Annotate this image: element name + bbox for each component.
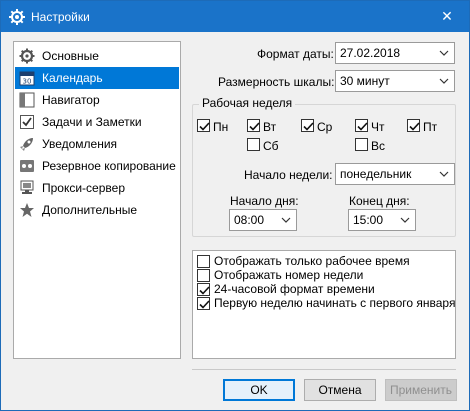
- sidebar-item-label: Основные: [42, 49, 99, 63]
- sidebar-item-calendar[interactable]: 30 Календарь: [15, 67, 179, 89]
- workweek-title: Рабочая неделя: [199, 96, 296, 110]
- date-format-label: Формат даты:: [257, 47, 334, 61]
- week-start-value: понедельник: [340, 167, 412, 181]
- apply-button[interactable]: Применить: [385, 379, 457, 401]
- sidebar-item-label: Дополнительные: [42, 203, 137, 217]
- gear-icon: [9, 8, 25, 25]
- day-start-label: Начало дня:: [230, 194, 299, 208]
- settings-window: Настройки ✕ Основные 30 Календарь Навига…: [0, 0, 470, 411]
- option-label: Отображать только рабочее время: [214, 254, 410, 268]
- chevron-down-icon: [400, 217, 410, 223]
- week-start-select[interactable]: понедельник: [335, 163, 455, 185]
- sidebar-item-label: Навигатор: [42, 93, 100, 107]
- category-list: Основные 30 Календарь Навигатор Задачи и…: [13, 41, 181, 359]
- sidebar-item-navigator[interactable]: Навигатор: [15, 89, 179, 111]
- day-label-tue: Вт: [263, 120, 277, 134]
- option-checkbox-work-hours[interactable]: [197, 254, 210, 268]
- check-icon: [199, 122, 210, 131]
- navigator-icon: [18, 91, 36, 109]
- sidebar-item-advanced[interactable]: Дополнительные: [15, 199, 179, 221]
- day-start-select[interactable]: 08:00: [229, 209, 297, 231]
- sidebar-item-label: Календарь: [42, 71, 103, 85]
- list-item[interactable]: Отображать только рабочее время: [197, 254, 410, 268]
- scale-value: 30 минут: [340, 74, 390, 88]
- day-checkbox-wed[interactable]: [301, 119, 314, 132]
- option-label: Отображать номер недели: [214, 268, 364, 282]
- divider: [192, 369, 456, 370]
- sidebar-item-notifications[interactable]: Уведомления: [15, 133, 179, 155]
- check-icon: [357, 122, 368, 131]
- option-label: Первую неделю начинать с первого января: [214, 296, 456, 310]
- chevron-down-icon: [281, 217, 291, 223]
- day-start-value: 08:00: [234, 213, 265, 227]
- sidebar-item-label: Уведомления: [42, 137, 118, 151]
- option-checkbox-first-week-jan1[interactable]: [197, 296, 210, 310]
- list-item[interactable]: 24-часовой формат времени: [197, 282, 375, 296]
- window-title: Настройки: [31, 9, 90, 24]
- chevron-down-icon: [439, 78, 449, 84]
- calendar-icon: 30: [18, 69, 36, 87]
- cancel-button[interactable]: Отмена: [304, 379, 376, 401]
- sidebar-item-proxy[interactable]: Прокси-сервер: [15, 177, 179, 199]
- date-format-value: 27.02.2018: [340, 46, 401, 60]
- day-checkbox-sun[interactable]: [355, 138, 368, 151]
- ok-button[interactable]: OK: [223, 379, 295, 401]
- week-start-label: Начало недели:: [244, 168, 333, 182]
- proxy-icon: [18, 179, 36, 197]
- day-label-fri: Пт: [423, 120, 438, 134]
- list-item[interactable]: Отображать номер недели: [197, 268, 363, 282]
- star-icon: [18, 201, 36, 219]
- option-label: 24-часовой формат времени: [214, 282, 375, 296]
- day-label-thu: Чт: [371, 120, 385, 134]
- svg-text:30: 30: [23, 78, 32, 86]
- rocket-icon: [18, 135, 36, 153]
- sidebar-item-label: Прокси-сервер: [42, 181, 125, 195]
- day-label-sat: Сб: [263, 139, 279, 153]
- checkbox-icon: [18, 113, 36, 131]
- day-checkbox-tue[interactable]: [247, 119, 260, 132]
- day-checkbox-fri[interactable]: [407, 119, 420, 132]
- sidebar-item-general[interactable]: Основные: [15, 45, 179, 67]
- list-item[interactable]: Первую неделю начинать с первого января: [197, 296, 455, 310]
- chevron-down-icon: [439, 171, 449, 177]
- day-label-sun: Вс: [371, 139, 386, 153]
- day-checkbox-thu[interactable]: [355, 119, 368, 132]
- gear-icon: [18, 47, 36, 65]
- day-label-mon: Пн: [213, 120, 229, 134]
- check-icon: [199, 299, 210, 309]
- day-checkbox-mon[interactable]: [197, 119, 210, 132]
- sidebar-item-label: Резервное копирование: [42, 159, 176, 173]
- option-checkbox-24h[interactable]: [197, 282, 210, 296]
- day-label-wed: Ср: [317, 120, 333, 134]
- check-icon: [249, 122, 260, 131]
- check-icon: [303, 122, 314, 131]
- sidebar-item-label: Задачи и Заметки: [42, 115, 142, 129]
- day-checkbox-sat[interactable]: [247, 138, 260, 151]
- day-end-value: 15:00: [353, 213, 384, 227]
- sidebar-item-tasks-notes[interactable]: Задачи и Заметки: [15, 111, 179, 133]
- close-button[interactable]: ✕: [425, 1, 469, 32]
- chevron-down-icon: [439, 50, 449, 56]
- check-icon: [199, 285, 210, 295]
- close-icon: ✕: [441, 8, 453, 24]
- sidebar-item-backup[interactable]: Резервное копирование: [15, 155, 179, 177]
- backup-icon: [18, 157, 36, 175]
- scale-select[interactable]: 30 минут: [335, 70, 455, 92]
- option-checkbox-week-number[interactable]: [197, 268, 210, 282]
- title-bar: Настройки ✕: [1, 1, 469, 32]
- scale-label: Размерность шкалы:: [218, 75, 335, 89]
- check-icon: [409, 122, 420, 131]
- date-format-select[interactable]: 27.02.2018: [335, 42, 455, 64]
- day-end-label: Конец дня:: [349, 194, 410, 208]
- options-list: Отображать только рабочее время Отобража…: [192, 250, 456, 359]
- day-end-select[interactable]: 15:00: [348, 209, 416, 231]
